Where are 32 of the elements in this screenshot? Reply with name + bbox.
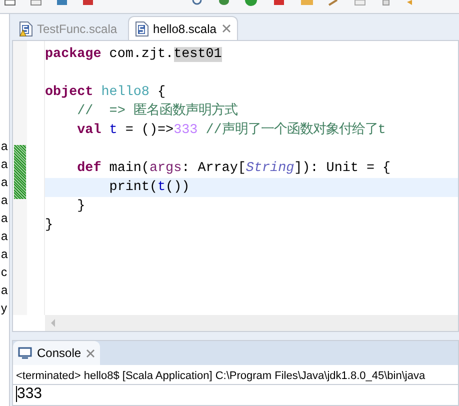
close-icon[interactable] — [86, 348, 96, 358]
search-icon[interactable] — [192, 0, 204, 6]
code-line: def main(args: Array[String]): Unit = { — [76, 161, 391, 176]
tree-item-fragment[interactable]: a — [0, 174, 9, 192]
tree-item-fragment[interactable]: c — [0, 264, 9, 282]
change-marker — [14, 145, 26, 199]
horizontal-scrollbar[interactable] — [45, 315, 458, 331]
code-line: val t = ()=>333 //声明了一个函数对象付给了t — [76, 123, 386, 138]
code-line: // => 匿名函数声明方式 — [76, 104, 238, 119]
document-icon[interactable] — [30, 0, 42, 6]
close-icon[interactable] — [222, 24, 232, 33]
tree-item-fragment[interactable]: a — [0, 246, 9, 264]
run-icon[interactable] — [244, 0, 258, 6]
console-output: 333 — [17, 385, 42, 403]
console-header: <terminated> hello8$ [Scala Application] C:\Program Files\Java\jdk1.8.0_45\bin\java — [13, 368, 458, 385]
tree-item-fragment[interactable]: a — [0, 192, 9, 210]
code-line: object hello8 { — [45, 85, 166, 100]
tree-item-fragment[interactable]: y — [0, 300, 9, 318]
code-line: } — [45, 218, 54, 233]
console-tab[interactable]: Console — [13, 341, 100, 365]
tree-item-fragment[interactable]: a — [0, 138, 9, 156]
document-icon[interactable] — [4, 0, 16, 6]
editor-tab[interactable]: hello8.scala — [128, 16, 238, 40]
code-line: } — [76, 199, 86, 214]
tree-item-fragment[interactable]: a — [0, 156, 9, 174]
stop-icon[interactable] — [272, 0, 286, 6]
monitor-icon — [18, 346, 32, 360]
tree-item-fragment[interactable]: a — [0, 228, 9, 246]
code-line: package com.zjt.test01 — [45, 47, 222, 62]
tree-item-fragment[interactable]: a — [0, 282, 9, 300]
tree-item-fragment[interactable]: a — [0, 210, 9, 228]
code-line: print(t()) — [108, 180, 190, 195]
